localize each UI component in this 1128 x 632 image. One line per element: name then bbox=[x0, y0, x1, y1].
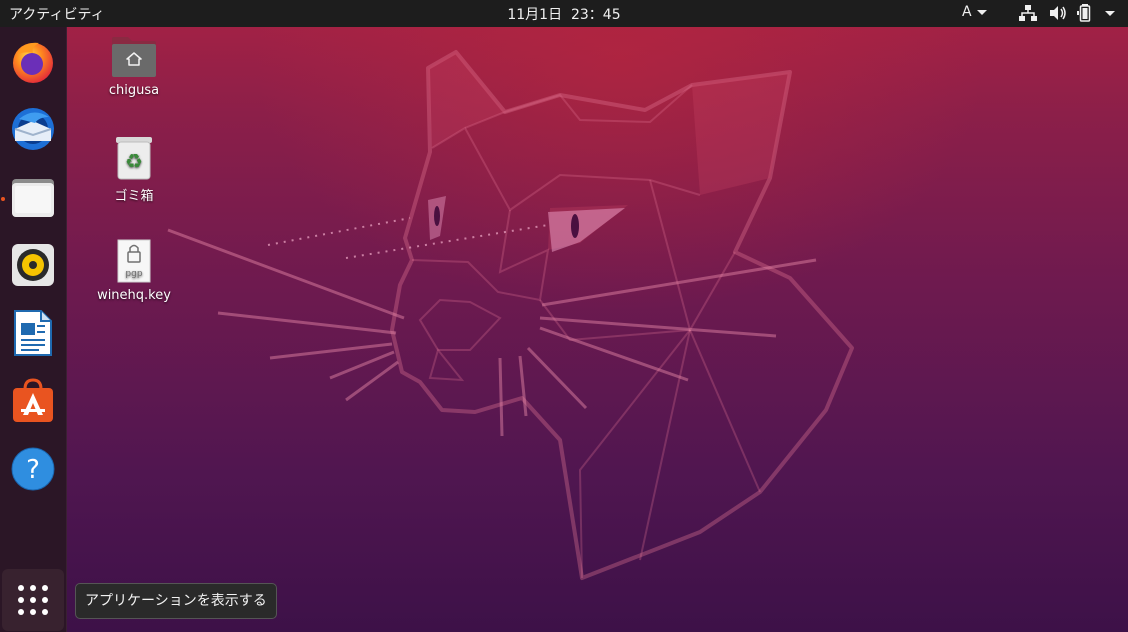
files-icon bbox=[12, 179, 54, 217]
dock-item-help[interactable]: ? bbox=[7, 443, 59, 495]
dock-item-firefox[interactable] bbox=[7, 35, 59, 87]
desktop-icon-winehq-key[interactable]: pgp winehq.key bbox=[79, 238, 189, 303]
input-source-label: A bbox=[962, 4, 972, 20]
desktop-icon-label: ゴミ箱 bbox=[114, 189, 154, 204]
pgp-key-file-icon: pgp bbox=[117, 239, 151, 283]
firefox-icon bbox=[13, 42, 53, 83]
running-indicator bbox=[1, 197, 5, 201]
dock-item-rhythmbox[interactable] bbox=[7, 239, 59, 291]
help-icon: ? bbox=[11, 447, 55, 491]
writer-icon bbox=[14, 310, 52, 356]
thunderbird-icon bbox=[12, 108, 54, 150]
volume-icon bbox=[1050, 6, 1066, 20]
trash-icon: ♻ bbox=[116, 137, 152, 180]
desktop-icon-home[interactable]: chigusa bbox=[79, 35, 189, 98]
file-type-badge: pgp bbox=[125, 269, 142, 279]
chevron-down-icon bbox=[976, 9, 987, 15]
clock-area: 11月1日 23：45 bbox=[0, 4, 1128, 24]
input-source-indicator[interactable]: A bbox=[962, 4, 987, 20]
date-time-button[interactable]: 11月1日 23：45 bbox=[507, 7, 620, 23]
system-menu-caret-icon bbox=[1105, 11, 1115, 16]
dock-item-thunderbird[interactable] bbox=[7, 103, 59, 155]
app-grid-icon bbox=[18, 585, 48, 615]
home-folder-icon bbox=[112, 37, 156, 77]
battery-icon bbox=[1077, 4, 1091, 22]
top-bar: アクティビティ 11月1日 23：45 A bbox=[0, 0, 1128, 27]
dock: ? bbox=[0, 27, 67, 632]
network-icon bbox=[1019, 5, 1037, 21]
show-applications-button[interactable] bbox=[2, 569, 64, 631]
desktop-icon-trash[interactable]: ♻ ゴミ箱 bbox=[79, 135, 189, 204]
dock-item-files[interactable] bbox=[7, 171, 59, 223]
rhythmbox-icon bbox=[12, 244, 54, 286]
svg-text:?: ? bbox=[26, 455, 40, 485]
svg-text:♻: ♻ bbox=[125, 149, 143, 173]
desktop-icon-label: winehq.key bbox=[97, 288, 171, 303]
activities-button[interactable]: アクティビティ bbox=[9, 4, 105, 24]
desktop-icon-label: chigusa bbox=[108, 83, 160, 98]
dock-item-ubuntu-software[interactable] bbox=[7, 375, 59, 427]
dock-item-libreoffice-writer[interactable] bbox=[7, 307, 59, 359]
show-applications-tooltip: アプリケーションを表示する bbox=[75, 583, 277, 619]
software-center-icon bbox=[13, 378, 53, 422]
